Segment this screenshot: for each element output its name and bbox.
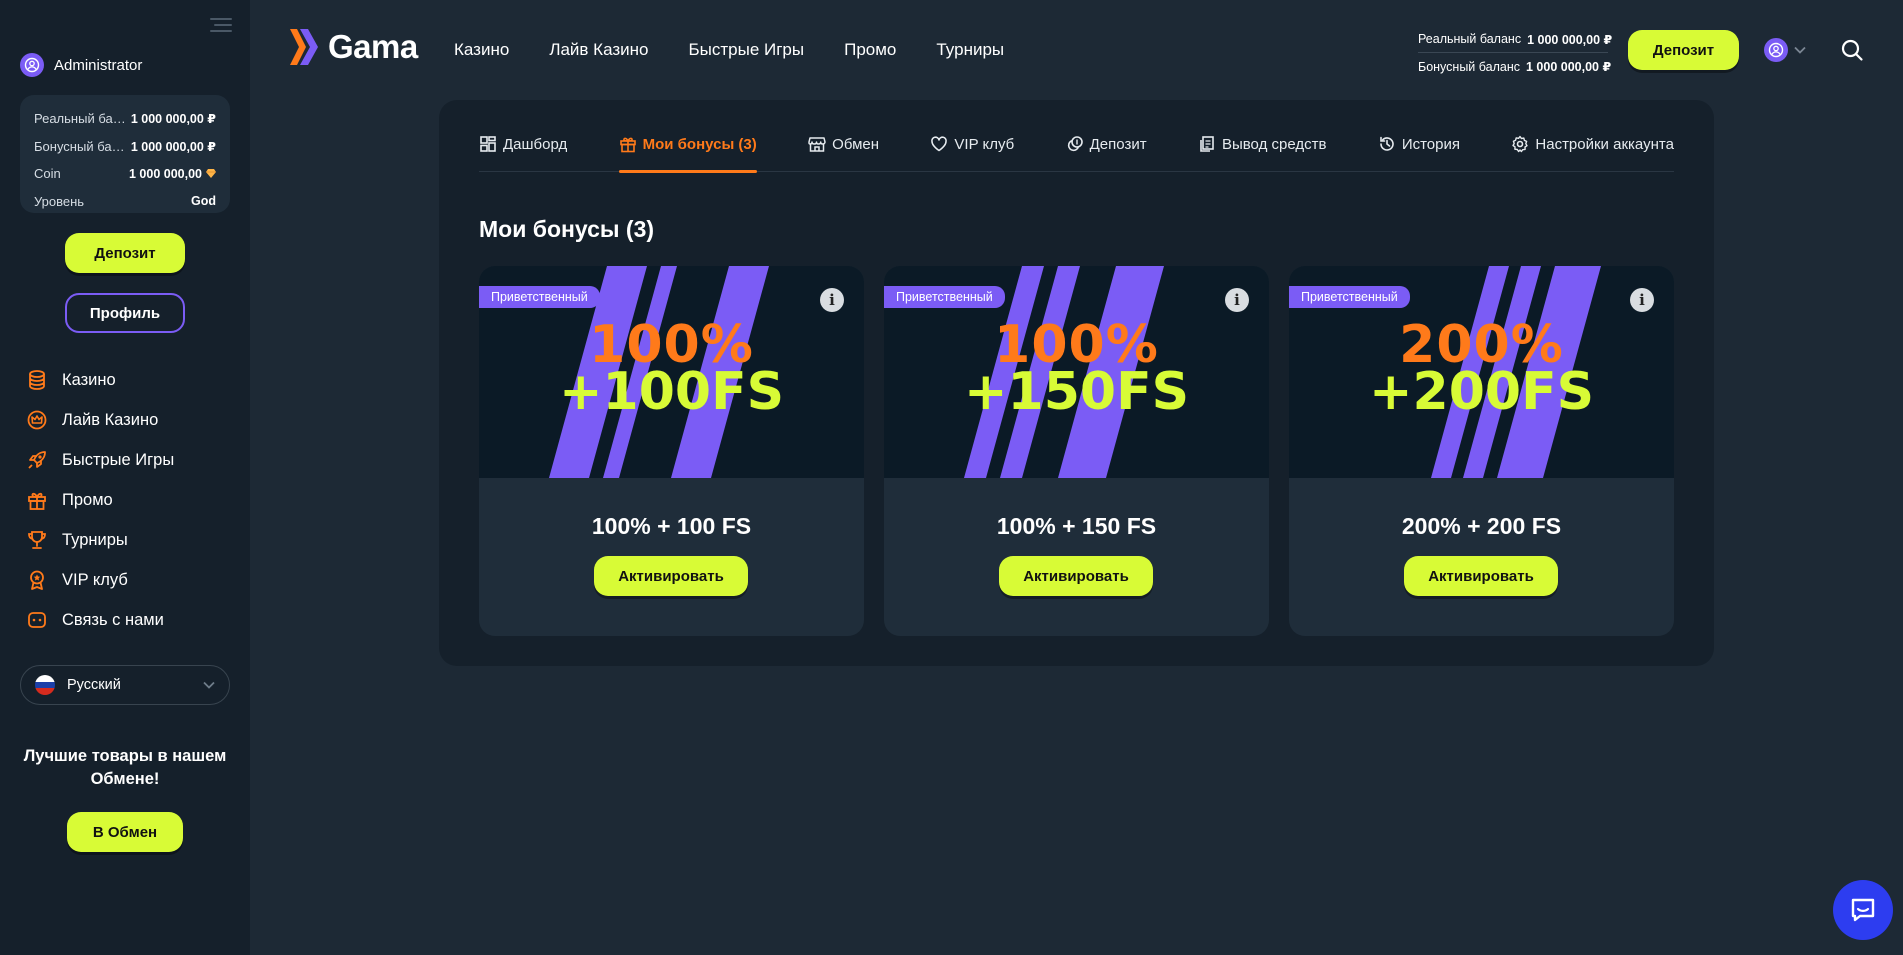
bonus-banner: Приветственный i 200% +200FS (1289, 266, 1674, 478)
user-avatar-icon (1764, 38, 1788, 62)
documents-icon (1200, 136, 1214, 152)
bonus-banner-text: 100% +100FS (558, 315, 785, 422)
trophy-icon (28, 531, 46, 549)
account-tabs: Дашборд Мои бонусы (3) Обмен VIP клуб Де… (479, 120, 1674, 173)
coins-icon (29, 370, 45, 390)
header-deposit-button[interactable]: Депозит (1628, 30, 1739, 70)
crown-icon (27, 410, 47, 430)
activate-bonus-button[interactable]: Активировать (999, 556, 1153, 596)
balance-card: Реальный баланс 1 000 000,00 ₽ Бонусный … (20, 95, 230, 213)
top-nav-fast-games[interactable]: Быстрые Игры (688, 40, 804, 60)
balance-row-level: Уровень God (34, 193, 216, 209)
tab-vip-club[interactable]: VIP клуб (930, 120, 1014, 172)
user-info[interactable]: Administrator (20, 53, 142, 77)
activate-bonus-button[interactable]: Активировать (594, 556, 748, 596)
logo-text: Gama (328, 28, 418, 65)
medal-icon (30, 570, 44, 590)
history-icon (1380, 136, 1394, 151)
heart-icon (931, 136, 948, 152)
store-icon (808, 137, 826, 152)
profile-button[interactable]: Профиль (65, 293, 185, 333)
header-balances: Реальный баланс 1 000 000,00 ₽ Бонусный … (1418, 26, 1612, 80)
bonus-banner-text: 100% +150FS (963, 315, 1190, 422)
sidebar-nav: Казино Лайв Казино Быстрые Игры Промо Ту… (26, 360, 174, 640)
header-bonus-balance: Бонусный баланс 1 000 000,00 ₽ (1418, 59, 1612, 75)
info-icon[interactable]: i (1225, 288, 1249, 312)
live-chat-button[interactable] (1833, 880, 1893, 940)
bonus-title: 100% + 100 FS (591, 513, 752, 539)
sidebar-item-fast-games[interactable]: Быстрые Игры (26, 440, 174, 480)
chevron-down-icon (203, 681, 215, 689)
tab-dashboard[interactable]: Дашборд (479, 120, 567, 172)
balance-row-coin: Coin 1 000 000,00 (34, 160, 216, 188)
logo-chevrons-icon (290, 29, 318, 65)
sidebar-item-live-casino[interactable]: Лайв Казино (26, 400, 174, 440)
sidebar-item-promo[interactable]: Промо (26, 480, 174, 520)
top-nav-promo[interactable]: Промо (844, 40, 896, 60)
top-nav-live-casino[interactable]: Лайв Казино (549, 40, 648, 60)
header-real-balance: Реальный баланс 1 000 000,00 ₽ (1418, 26, 1612, 53)
bonus-title: 200% + 200 FS (1401, 513, 1562, 539)
tab-my-bonuses[interactable]: Мои бонусы (3) (618, 120, 757, 173)
bonus-type-badge: Приветственный (1289, 286, 1410, 308)
balance-row-bonus: Бонусный баланс 1 000 000,00 ₽ (34, 138, 216, 154)
dashboard-icon (480, 136, 496, 152)
logo[interactable]: Gama (290, 28, 418, 66)
language-select[interactable]: Русский (20, 665, 230, 705)
sidebar-item-vip-club[interactable]: VIP клуб (26, 560, 174, 600)
tab-deposit[interactable]: Депозит (1066, 120, 1147, 172)
chevron-down-icon (1794, 46, 1806, 54)
bonus-list: Приветственный i 100% +100FS 100% + 100 … (479, 266, 1674, 636)
bonus-banner: Приветственный i 100% +150FS (884, 266, 1269, 478)
activate-bonus-button[interactable]: Активировать (1404, 556, 1558, 596)
gift-icon (28, 492, 46, 510)
bonus-type-badge: Приветственный (884, 286, 1005, 308)
username: Administrator (54, 56, 143, 74)
gem-icon (206, 169, 216, 179)
gear-icon (1512, 135, 1529, 153)
sidebar-item-casino[interactable]: Казино (26, 360, 174, 400)
info-icon[interactable]: i (820, 288, 844, 312)
gift-icon (619, 137, 636, 153)
bonus-banner-text: 200% +200FS (1368, 315, 1595, 422)
bonus-card: Приветственный i 100% +100FS 100% + 100 … (479, 266, 864, 636)
page-title: Мои бонусы (3) (479, 216, 655, 242)
russia-flag-icon (35, 675, 55, 695)
go-to-exchange-button[interactable]: В Обмен (67, 812, 183, 852)
language-label: Русский (67, 677, 121, 693)
bonus-title: 100% + 150 FS (996, 513, 1157, 539)
tab-withdraw[interactable]: Вывод средств (1198, 120, 1326, 172)
tab-history[interactable]: История (1378, 120, 1460, 172)
chat-icon (28, 612, 46, 628)
coin-stack-icon (1067, 136, 1083, 152)
sidebar-item-tournaments[interactable]: Турниры (26, 520, 174, 560)
bonus-type-badge: Приветственный (479, 286, 600, 308)
top-nav: Казино Лайв Казино Быстрые Игры Промо Ту… (454, 40, 1004, 60)
bonus-card: Приветственный i 100% +150FS 100% + 150 … (884, 266, 1269, 636)
sidebar: Administrator Реальный баланс 1 000 000,… (0, 0, 250, 955)
rocket-icon (28, 451, 46, 469)
search-button[interactable] (1840, 38, 1864, 67)
chat-bubble-icon (1851, 898, 1875, 922)
sidebar-item-contact[interactable]: Связь с нами (26, 600, 174, 640)
bonus-banner: Приветственный i 100% +100FS (479, 266, 864, 478)
info-icon[interactable]: i (1630, 288, 1654, 312)
account-menu[interactable] (1764, 38, 1806, 62)
top-nav-tournaments[interactable]: Турниры (936, 40, 1004, 60)
tab-account-settings[interactable]: Настройки аккаунта (1511, 120, 1674, 172)
tab-exchange[interactable]: Обмен (808, 120, 879, 172)
user-avatar-icon (20, 53, 44, 77)
menu-collapse-icon[interactable] (210, 14, 232, 36)
search-icon (1841, 39, 1863, 61)
bonus-card: Приветственный i 200% +200FS 200% + 200 … (1289, 266, 1674, 636)
exchange-promo-text: Лучшие товары в нашем Обмене! (23, 747, 227, 788)
balance-row-real: Реальный баланс 1 000 000,00 ₽ (34, 111, 216, 127)
sidebar-deposit-button[interactable]: Депозит (65, 233, 185, 273)
account-panel: Дашборд Мои бонусы (3) Обмен VIP клуб Де… (439, 100, 1714, 666)
top-nav-casino[interactable]: Казино (454, 40, 509, 60)
